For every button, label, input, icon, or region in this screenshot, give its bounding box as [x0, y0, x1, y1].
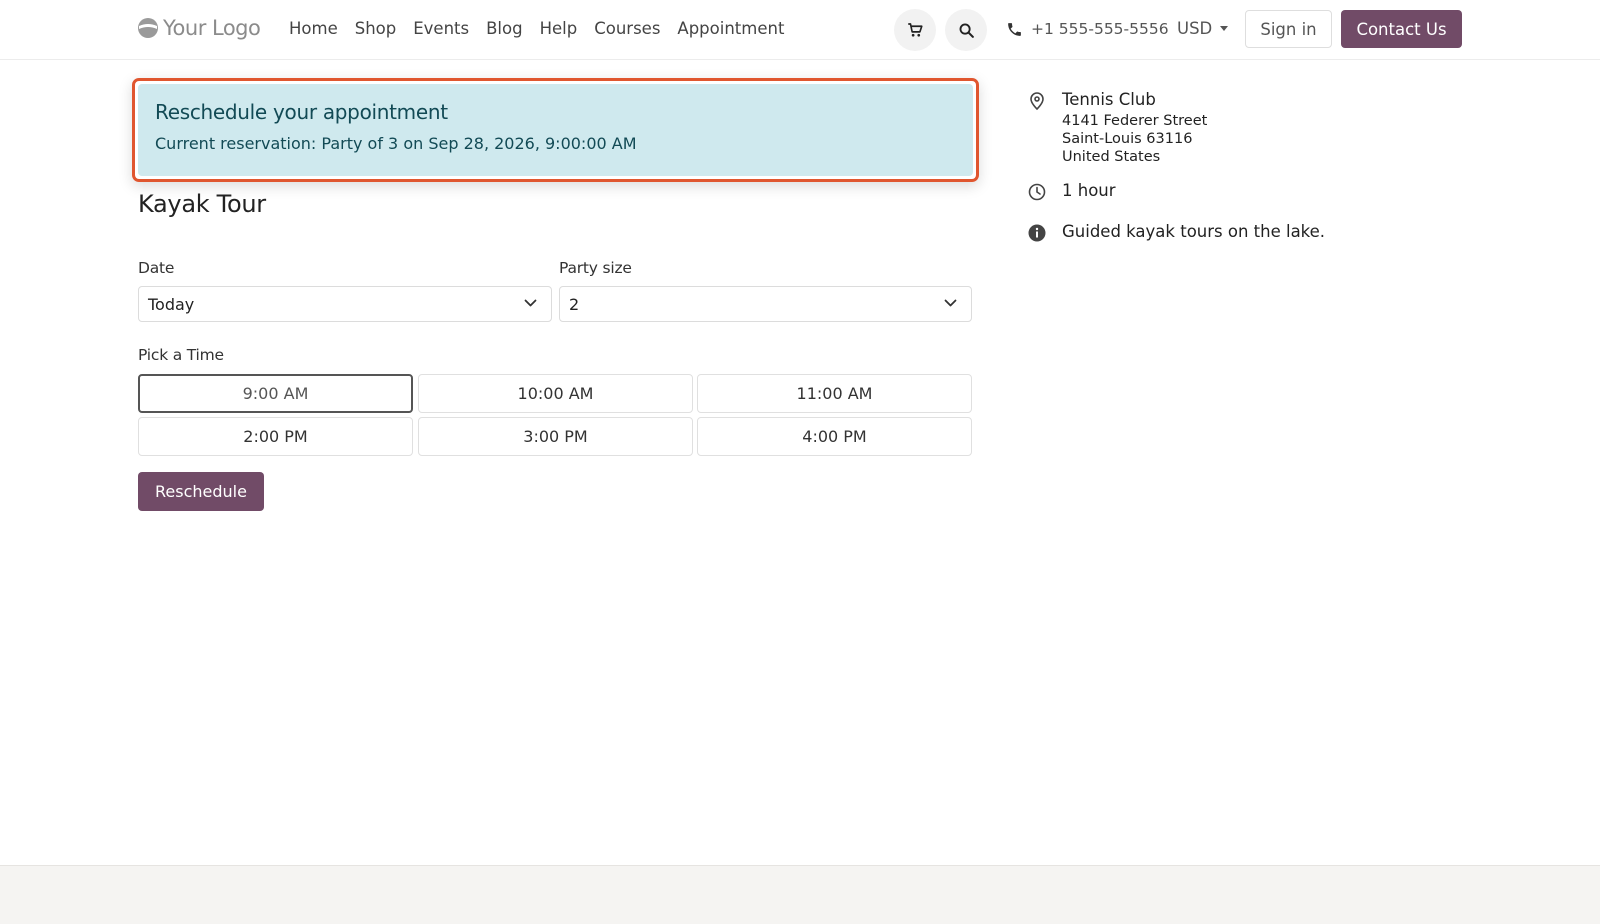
time-slot-10am[interactable]: 10:00 AM: [418, 374, 693, 413]
cart-icon: [908, 23, 923, 37]
contact-us-button[interactable]: Contact Us: [1341, 10, 1462, 48]
phone-icon: [1008, 22, 1021, 36]
party-size-value: 2: [569, 294, 580, 314]
duration-text: 1 hour: [1062, 181, 1116, 200]
location-block: Tennis Club 4141 Federer Street Saint-Lo…: [1062, 90, 1207, 166]
address-city: Saint-Louis 63116: [1062, 131, 1193, 147]
pick-time-label: Pick a Time: [138, 346, 224, 364]
time-slot-2pm[interactable]: 2:00 PM: [138, 417, 413, 456]
phone-number: +1 555-555-5556: [1031, 20, 1169, 38]
nav-courses[interactable]: Courses: [594, 19, 660, 38]
page-title: Kayak Tour: [138, 190, 266, 218]
nav-help[interactable]: Help: [540, 19, 578, 38]
time-slot-3pm[interactable]: 3:00 PM: [418, 417, 693, 456]
page-footer: [0, 865, 1600, 924]
nav-home[interactable]: Home: [289, 19, 338, 38]
address-street: 4141 Federer Street: [1062, 113, 1208, 129]
chevron-down-icon: [944, 299, 957, 307]
alert-text: Current reservation: Party of 3 on Sep 2…: [155, 134, 637, 153]
location-name: Tennis Club: [1062, 90, 1156, 109]
date-select[interactable]: Today: [138, 286, 552, 322]
reschedule-alert: Reschedule your appointment Current rese…: [138, 84, 973, 176]
cart-button[interactable]: [894, 9, 936, 51]
address-country: United States: [1062, 149, 1161, 165]
logo-text: Your Logo: [163, 16, 261, 40]
logo[interactable]: Your Logo: [137, 16, 261, 40]
alert-title: Reschedule your appointment: [155, 100, 448, 124]
info-icon: [1028, 224, 1046, 242]
main-nav: Home Shop Events Blog Help Courses Appoi…: [289, 19, 801, 38]
currency-dropdown[interactable]: USD: [1177, 19, 1229, 38]
date-value: Today: [148, 294, 195, 314]
time-slot-4pm[interactable]: 4:00 PM: [697, 417, 972, 456]
nav-appointment[interactable]: Appointment: [677, 19, 784, 38]
map-pin-icon: [1030, 92, 1044, 111]
search-icon: [959, 23, 974, 38]
date-label: Date: [138, 259, 175, 277]
site-header: Your Logo Home Shop Events Blog Help Cou…: [0, 0, 1600, 60]
time-slot-11am[interactable]: 11:00 AM: [697, 374, 972, 413]
caret-down-icon: [1220, 26, 1229, 31]
sign-in-button[interactable]: Sign in: [1245, 10, 1332, 48]
logo-mark-icon: [138, 18, 158, 38]
reschedule-alert-highlight: Reschedule your appointment Current rese…: [132, 78, 979, 182]
chevron-down-icon: [524, 299, 537, 307]
phone-link[interactable]: +1 555-555-5556: [1006, 20, 1169, 38]
search-button[interactable]: [945, 9, 987, 51]
nav-blog[interactable]: Blog: [486, 19, 522, 38]
currency-label: USD: [1177, 19, 1213, 38]
nav-events[interactable]: Events: [413, 19, 469, 38]
nav-shop[interactable]: Shop: [355, 19, 397, 38]
party-size-label: Party size: [559, 259, 632, 277]
time-slot-9am[interactable]: 9:00 AM: [138, 374, 413, 413]
description-text: Guided kayak tours on the lake.: [1062, 222, 1326, 241]
party-size-select[interactable]: 2: [559, 286, 972, 322]
reschedule-button[interactable]: Reschedule: [138, 472, 264, 511]
clock-icon: [1028, 183, 1046, 201]
